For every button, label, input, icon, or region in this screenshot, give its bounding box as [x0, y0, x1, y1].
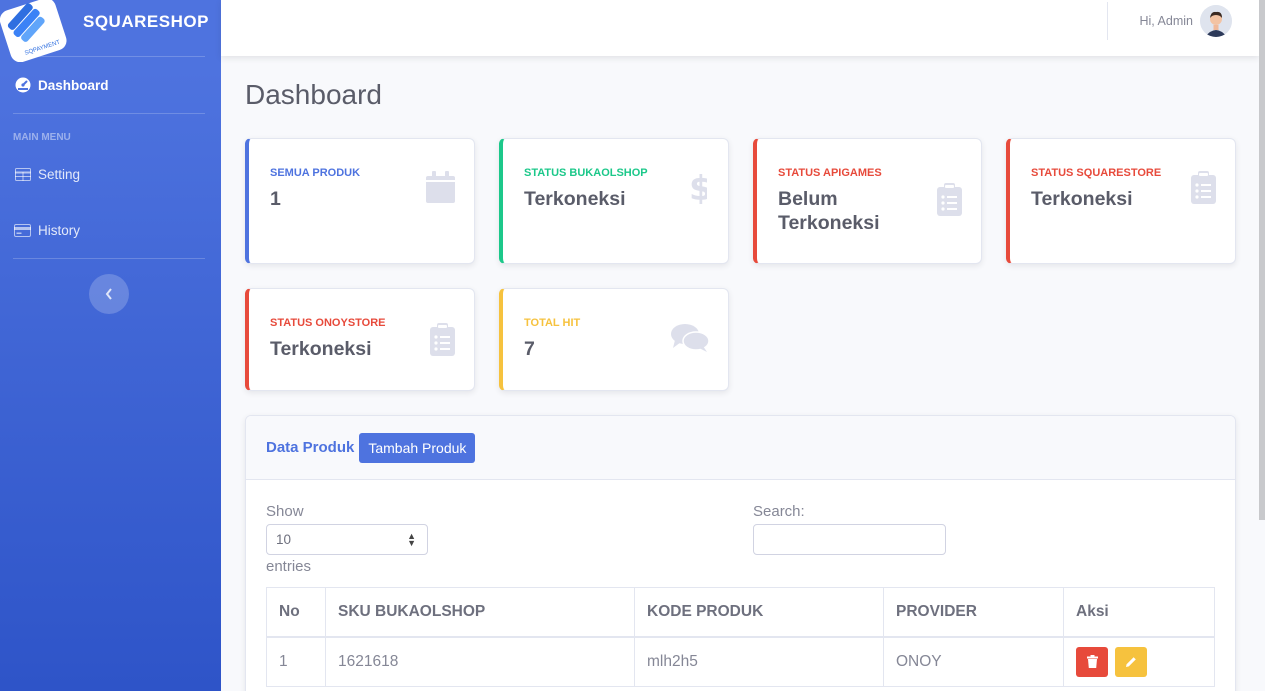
sidebar-divider: [13, 258, 205, 259]
credit-card-icon: [14, 222, 31, 239]
panel-title: Data Produk: [266, 439, 355, 456]
dollar-icon: $: [689, 171, 707, 204]
card-label: STATUS APIGAMES: [778, 167, 882, 179]
column-header-no[interactable]: No: [266, 587, 326, 638]
sidebar-toggle-button[interactable]: [89, 274, 129, 314]
card-semua-produk: SEMUA PRODUK 1: [245, 138, 475, 264]
card-label: TOTAL HIT: [524, 317, 581, 329]
column-header-aksi[interactable]: Aksi: [1063, 587, 1215, 638]
sidebar-item-label: Dashboard: [38, 77, 109, 93]
card-value: 1: [270, 188, 281, 210]
brand-logo: SQPAYMENT: [0, 0, 67, 62]
sidebar-item-label: History: [38, 222, 81, 238]
data-produk-panel: Data Produk Tambah Produk Show 10 ▲ ▼ ent…: [245, 415, 1236, 691]
cell-aksi: [1063, 636, 1215, 687]
topbar-divider: [1107, 2, 1108, 40]
tambah-produk-button[interactable]: Tambah Produk: [359, 432, 476, 463]
column-header-provider[interactable]: PROVIDER: [883, 587, 1064, 638]
card-value: Terkoneksi: [270, 338, 372, 360]
card-status-bukaolshop: STATUS BUKAOLSHOP Terkoneksi $: [499, 138, 729, 264]
delete-button[interactable]: [1076, 646, 1108, 677]
page-title: Dashboard: [245, 79, 382, 110]
user-greeting: Hi, Admin: [1139, 14, 1194, 28]
sidebar-item-history[interactable]: History: [0, 202, 221, 258]
card-total-hit: TOTAL HIT 7: [499, 288, 729, 391]
table-row: 1 1621618 mlh2h5 ONOY: [266, 636, 1215, 687]
table-header-row: No SKU BUKAOLSHOP KODE PRODUK PROVIDER A…: [266, 587, 1215, 638]
card-label: STATUS ONOYSTORE: [270, 317, 386, 329]
card-value: 7: [524, 338, 535, 360]
table-icon: [14, 166, 31, 183]
entries-select-value: 10: [276, 532, 292, 547]
cell-no: 1: [266, 636, 326, 687]
sidebar-divider: [13, 113, 205, 114]
card-value: Terkoneksi: [1031, 188, 1133, 210]
card-status-onoystore: STATUS ONOYSTORE Terkoneksi: [245, 288, 475, 391]
card-label: SEMUA PRODUK: [270, 167, 361, 179]
svg-text:$: $: [689, 171, 707, 204]
edit-button[interactable]: [1115, 647, 1148, 677]
column-header-sku[interactable]: SKU BUKAOLSHOP: [325, 587, 635, 638]
card-label: STATUS SQUARESTORE: [1031, 167, 1162, 179]
entries-label: entries: [266, 558, 312, 575]
sidebar-item-label: Setting: [38, 166, 81, 182]
card-label: STATUS BUKAOLSHOP: [524, 167, 648, 179]
trash-icon: [1086, 655, 1098, 668]
cell-sku: 1621618: [325, 636, 635, 687]
sidebar-item-setting[interactable]: Setting: [0, 146, 221, 202]
search-label: Search:: [753, 503, 805, 520]
page-scrollbar[interactable]: [1259, 0, 1265, 520]
column-header-kode-produk[interactable]: KODE PRODUK: [634, 587, 884, 638]
comments-icon: [671, 324, 709, 352]
cell-provider: ONOY: [883, 636, 1064, 687]
sidebar-item-dashboard[interactable]: Dashboard: [0, 57, 221, 113]
cell-kode-produk: mlh2h5: [634, 636, 884, 687]
produk-table: No SKU BUKAOLSHOP KODE PRODUK PROVIDER A…: [266, 587, 1215, 687]
search-input[interactable]: [753, 524, 946, 555]
card-status-squarestore: STATUS SQUARESTORE Terkoneksi: [1006, 138, 1236, 264]
sidebar: SQPAYMENT SQUARESHOP Dashboard MAIN MENU…: [0, 0, 221, 691]
user-dropdown[interactable]: Hi, Admin: [1139, 5, 1232, 37]
calendar-icon: [426, 171, 455, 203]
pencil-icon: [1126, 657, 1137, 667]
clipboard-list-icon: [1191, 171, 1216, 204]
card-value: Belum Terkoneksi: [778, 188, 880, 234]
avatar: [1200, 5, 1232, 37]
panel-header: Data Produk Tambah Produk: [246, 416, 1235, 480]
sidebar-brand[interactable]: SQPAYMENT SQUARESHOP: [0, 0, 221, 62]
clipboard-list-icon: [430, 323, 455, 356]
card-value: Terkoneksi: [524, 188, 626, 210]
entries-select[interactable]: 10 ▲ ▼: [266, 524, 428, 555]
chevron-left-icon: [105, 288, 112, 300]
sidebar-heading: MAIN MENU: [13, 132, 71, 143]
sort-arrows-icon: ▲ ▼: [407, 531, 416, 548]
show-label: Show: [266, 503, 304, 520]
card-status-apigames: STATUS APIGAMES Belum Terkoneksi: [753, 138, 982, 264]
brand-name: SQUARESHOP: [83, 12, 209, 31]
clipboard-list-icon: [937, 183, 962, 216]
tachometer-icon: [14, 77, 31, 94]
topbar: Hi, Admin: [221, 0, 1259, 56]
